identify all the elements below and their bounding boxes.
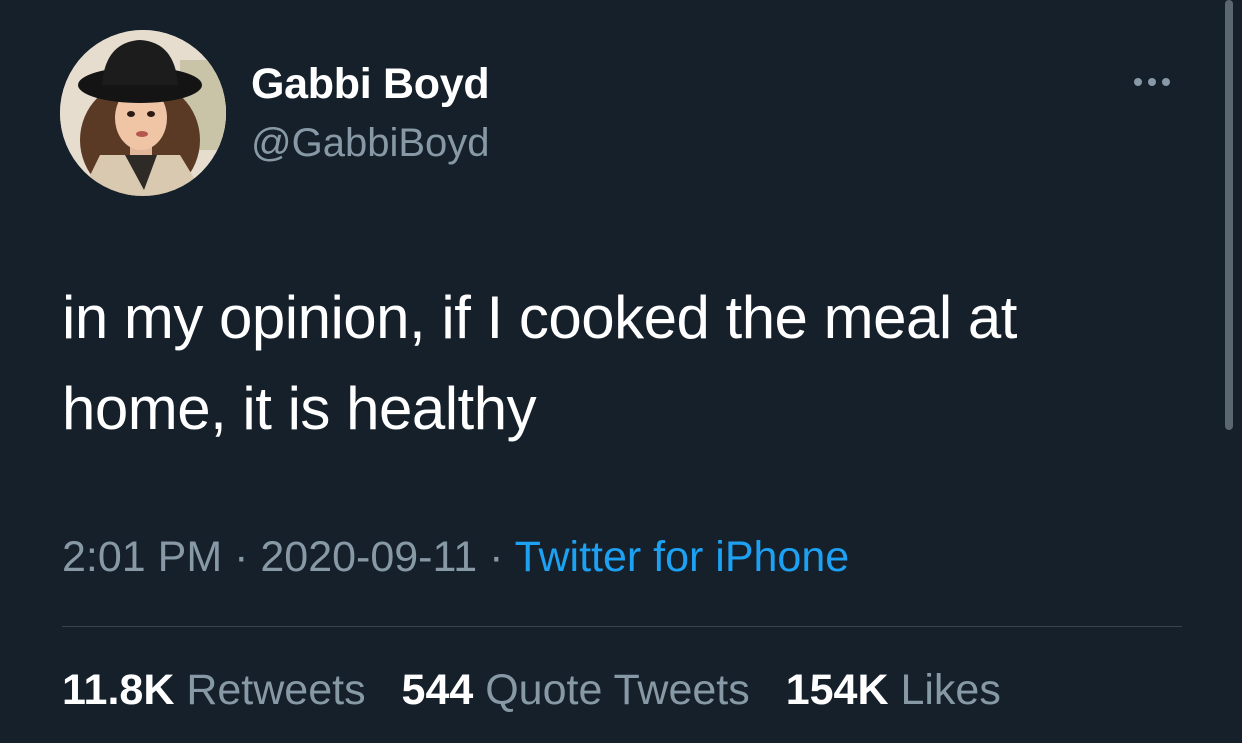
separator: · <box>477 533 515 581</box>
tweet-stats: 11.8K Retweets 544 Quote Tweets 154K Lik… <box>62 666 1025 715</box>
dot-icon <box>1134 78 1142 86</box>
dot-icon <box>1148 78 1156 86</box>
more-options-icon[interactable] <box>1122 62 1182 102</box>
likes-count: 154K <box>785 666 889 714</box>
tweet-card: Gabbi Boyd @GabbiBoyd in my opinion, if … <box>0 0 1242 743</box>
retweets-count: 11.8K <box>62 666 175 714</box>
scrollbar[interactable] <box>1225 0 1233 430</box>
likes-label: Likes <box>888 666 1001 714</box>
quote-tweets-count: 544 <box>401 666 474 714</box>
display-name[interactable]: Gabbi Boyd <box>251 60 490 109</box>
user-handle[interactable]: @GabbiBoyd <box>251 121 490 166</box>
tweet-time[interactable]: 2:01 PM <box>62 533 222 581</box>
retweets-label: Retweets <box>174 666 366 714</box>
tweet-text-line: in my opinion, if I cooked the meal at <box>62 284 1017 351</box>
retweets-stat[interactable]: 11.8K Retweets <box>62 666 366 714</box>
avatar-image <box>60 30 226 196</box>
quote-tweets-stat[interactable]: 544 Quote Tweets <box>402 666 750 714</box>
tweet-text: in my opinion, if I cooked the meal at h… <box>62 272 1162 454</box>
likes-stat[interactable]: 154K Likes <box>786 666 1001 714</box>
tweet-date[interactable]: 2020-09-11 <box>260 533 477 581</box>
tweet-source-link[interactable]: Twitter for iPhone <box>515 533 850 581</box>
avatar[interactable] <box>60 30 226 196</box>
quote-tweets-label: Quote Tweets <box>473 666 750 714</box>
separator: · <box>222 533 261 581</box>
tweet-meta: 2:01 PM · 2020-09-11 · Twitter for iPhon… <box>62 533 849 582</box>
tweet-text-line: home, it is healthy <box>62 375 537 442</box>
dot-icon <box>1162 78 1170 86</box>
divider <box>62 626 1182 627</box>
